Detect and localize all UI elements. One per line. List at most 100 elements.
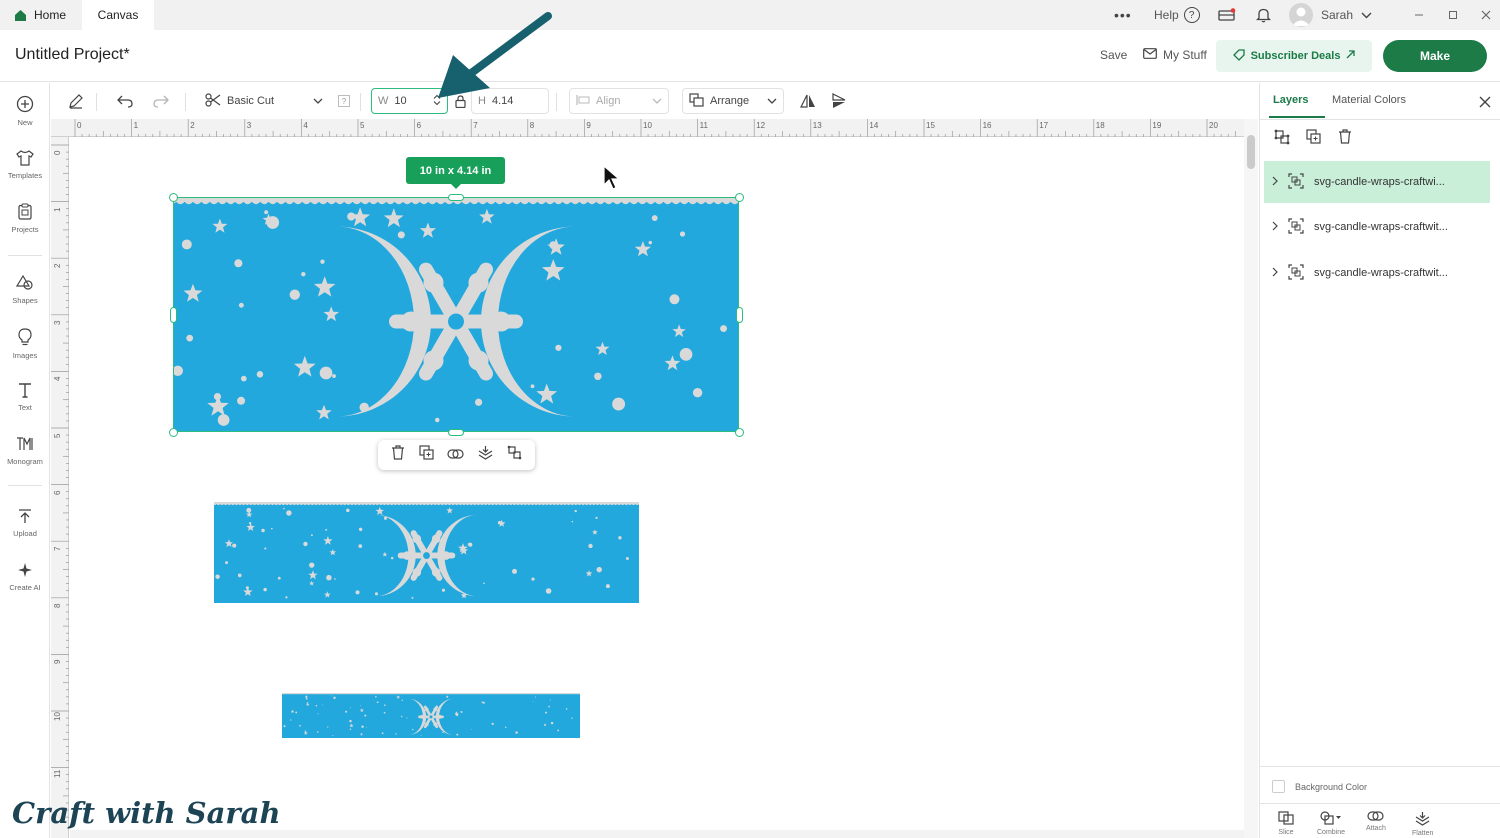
ruler-tick-label: 9 — [586, 121, 591, 130]
canvas-horizontal-scrollbar[interactable] — [70, 830, 1244, 838]
sidebar-item-text[interactable]: Text — [0, 375, 50, 419]
attach-icon[interactable] — [447, 446, 465, 464]
sidebar-divider — [8, 485, 42, 486]
cricut-design-space-window: Home Canvas ••• Help ? Sarah Untitled Pr… — [0, 0, 1500, 838]
resize-handle[interactable] — [170, 307, 177, 323]
resize-handle[interactable] — [169, 428, 178, 437]
project-title[interactable]: Untitled Project* — [15, 46, 130, 64]
background-color-row[interactable]: Background Color — [1272, 780, 1367, 793]
notifications-bell-icon[interactable] — [1256, 0, 1271, 30]
candle-wrap-small[interactable] — [282, 693, 580, 738]
minimize-button[interactable] — [1414, 0, 1424, 30]
ruler-tick-label: 18 — [1095, 121, 1105, 130]
chevron-right-icon[interactable] — [1272, 221, 1278, 234]
resize-handle[interactable] — [735, 428, 744, 437]
tab-bar: Home Canvas ••• Help ? Sarah — [0, 0, 1500, 30]
trash-icon[interactable] — [391, 445, 405, 465]
attach-icon — [1367, 811, 1385, 823]
sidebar-item-label: Create AI — [9, 583, 41, 592]
layer-row[interactable]: svg-candle-wraps-craftwit... — [1264, 206, 1490, 248]
sidebar-item-templates[interactable]: Templates — [0, 143, 50, 187]
tab-material-colors[interactable]: Material Colors — [1332, 94, 1406, 106]
maximize-button[interactable] — [1448, 0, 1458, 30]
background-color-label: Background Color — [1295, 781, 1368, 792]
operation-info-icon[interactable]: ? — [335, 92, 353, 110]
flip-vertical-icon[interactable] — [830, 92, 848, 110]
ruler-top: 0 1 2 3 4 5 6 7 8 9 10 11 12 13 14 15 16 17 18 19 20 — [51, 119, 1244, 137]
ruler-tick-label: 14 — [869, 121, 879, 130]
resize-handle[interactable] — [736, 307, 743, 323]
my-stuff-button[interactable]: My Stuff — [1143, 48, 1207, 62]
flatten-button[interactable]: Flatten — [1412, 811, 1433, 837]
canvas-vertical-scrollbar[interactable] — [1244, 119, 1258, 838]
sidebar-item-label: Projects — [11, 224, 39, 234]
ruler-tick-label: 8 — [53, 603, 62, 608]
resize-handle[interactable] — [735, 193, 744, 202]
arrange-icon — [689, 92, 704, 110]
group-icon[interactable] — [507, 445, 522, 465]
home-icon — [14, 9, 27, 22]
combine-button[interactable]: Combine — [1317, 811, 1345, 836]
scrollbar-thumb[interactable] — [1247, 135, 1255, 169]
help-button[interactable]: Help ? — [1154, 0, 1200, 30]
arrange-dropdown[interactable]: Arrange — [682, 88, 784, 114]
width-value[interactable]: 10 — [394, 95, 406, 107]
toolbar-divider — [185, 93, 186, 111]
ruler-tick-label: 3 — [53, 320, 62, 325]
sidebar-item-create-ai[interactable]: Create AI — [0, 555, 50, 599]
make-button[interactable]: Make — [1383, 40, 1487, 72]
user-menu[interactable]: Sarah — [1289, 0, 1372, 30]
attach-button[interactable]: Attach — [1366, 811, 1386, 832]
layer-row[interactable]: svg-candle-wraps-craftwit... — [1264, 252, 1490, 294]
clipboard-icon — [18, 203, 32, 222]
tab-home[interactable]: Home — [0, 0, 80, 30]
layer-name: svg-candle-wraps-craftwi... — [1314, 176, 1445, 188]
sidebar-item-new[interactable]: New — [0, 89, 50, 133]
tab-layers[interactable]: Layers — [1273, 94, 1308, 106]
save-button[interactable]: Save — [1100, 48, 1127, 62]
machine-icon[interactable] — [1218, 0, 1236, 30]
chevron-right-icon[interactable] — [1272, 176, 1278, 189]
edit-pencil-icon[interactable] — [67, 92, 85, 110]
sidebar-item-label: Shapes — [12, 296, 38, 305]
ruler-tick-label: 10 — [53, 712, 62, 721]
sidebar-item-images[interactable]: Images — [0, 322, 50, 366]
close-panel-icon[interactable] — [1479, 95, 1491, 113]
flip-horizontal-icon[interactable] — [799, 92, 817, 110]
redo-icon[interactable] — [152, 92, 170, 110]
more-options-label: ••• — [1114, 7, 1132, 23]
chevron-right-icon[interactable] — [1272, 267, 1278, 280]
resize-handle[interactable] — [169, 193, 178, 202]
subscriber-deals-button[interactable]: Subscriber Deals — [1216, 40, 1372, 72]
ruler-tick-label: 0 — [53, 150, 62, 155]
layer-row[interactable]: svg-candle-wraps-craftwi... — [1264, 161, 1490, 203]
candle-wrap-medium[interactable] — [214, 502, 639, 603]
undo-icon[interactable] — [116, 92, 134, 110]
more-options-button[interactable]: ••• — [1114, 0, 1132, 30]
ruler-tick-label: 1 — [53, 207, 62, 212]
ruler-tick-label: 11 — [699, 121, 708, 130]
ruler-tick-label: 19 — [1152, 121, 1162, 130]
sparkle-icon — [17, 562, 33, 580]
sidebar-item-shapes[interactable]: Shapes — [0, 268, 50, 312]
group-icon[interactable] — [1274, 129, 1290, 150]
tab-canvas[interactable]: Canvas — [82, 0, 154, 30]
background-color-checkbox[interactable] — [1272, 780, 1285, 793]
operation-label: Basic Cut — [227, 95, 275, 107]
layer-name: svg-candle-wraps-craftwit... — [1314, 221, 1448, 233]
duplicate-icon[interactable] — [1306, 129, 1321, 149]
trash-icon[interactable] — [1338, 129, 1352, 149]
sidebar-item-monogram[interactable]: Monogram — [0, 429, 50, 473]
align-dropdown[interactable]: Align — [569, 88, 669, 114]
sidebar-item-projects[interactable]: Projects — [0, 196, 50, 240]
resize-handle[interactable] — [448, 429, 464, 436]
flatten-icon[interactable] — [478, 445, 493, 465]
ruler-tick-label: 16 — [982, 121, 992, 130]
resize-handle[interactable] — [448, 194, 464, 201]
sidebar-item-upload[interactable]: Upload — [0, 501, 50, 545]
slice-button[interactable]: Slice — [1278, 811, 1294, 836]
sidebar-item-label: Templates — [7, 171, 43, 180]
operation-select[interactable]: Basic Cut — [199, 88, 329, 114]
duplicate-icon[interactable] — [419, 445, 434, 465]
close-window-button[interactable] — [1481, 0, 1491, 30]
